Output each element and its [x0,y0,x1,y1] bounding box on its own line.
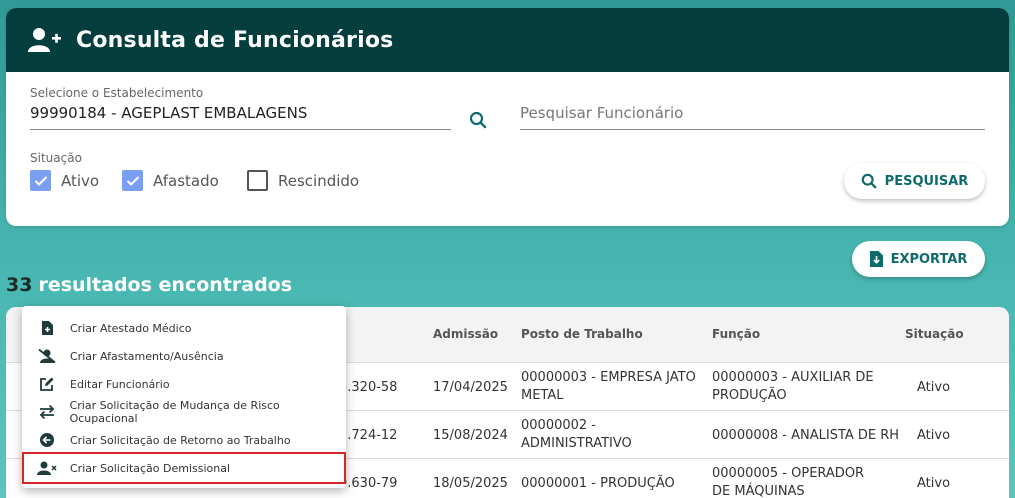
user-x-icon [36,461,58,475]
pesquisar-button[interactable]: PESQUISAR [844,163,985,199]
pesquisar-label: PESQUISAR [884,173,969,189]
checkbox-label: Ativo [61,171,100,190]
filter-card: Consulta de Funcionários Selecione o Est… [6,8,1009,226]
menu-item-retorno[interactable]: Criar Solicitação de Retorno ao Trabalho [22,426,346,454]
file-plus-icon [36,321,58,335]
edit-icon [36,377,58,391]
menu-item-label: Criar Solicitação Demissional [70,461,231,475]
checkbox-box [247,170,268,191]
check-icon [122,170,143,191]
menu-item-label: Criar Afastamento/Ausência [70,349,224,363]
cell-admissao: 18/05/2025 [433,476,508,491]
column-admissao[interactable]: Admissão [433,327,498,341]
page-title: Consulta de Funcionários [76,27,394,53]
cell-posto: 00000001 - PRODUÇÃO [521,476,675,491]
estabelecimento-select[interactable]: 99990184 - AGEPLAST EMBALAGENS [30,104,307,122]
check-icon [30,170,51,191]
column-posto[interactable]: Posto de Trabalho [521,327,643,341]
cell-posto: 00000002 - ADMINISTRATIVO [521,418,632,451]
menu-item-label: Criar Solicitação de Mudança de Risco Oc… [69,399,280,425]
cell-posto: 00000003 - EMPRESA JATO METAL [521,370,696,403]
results-count: 33 resultados encontrados [6,274,292,296]
menu-item-editar[interactable]: Editar Funcionário [22,370,346,398]
funcionario-underline [520,129,985,130]
cell-funcao: 00000008 - ANALISTA DE RH [712,428,900,443]
cell-funcao: 00000005 - OPERADOR DE MÁQUINAS [712,466,865,498]
checkbox-label: Afastado [153,171,219,190]
search-icon[interactable] [469,111,487,133]
cell-admissao: 17/04/2025 [433,380,508,395]
menu-item-label: Criar Solicitação de Retorno ao Trabalho [70,433,291,447]
column-funcao[interactable]: Função [712,327,760,341]
page-header: Consulta de Funcionários [6,8,1009,72]
swap-icon [36,405,58,419]
estabelecimento-underline [30,129,451,130]
cell-admissao: 15/08/2024 [433,428,508,443]
checkbox-label: Rescindido [278,171,360,190]
menu-item-label: Editar Funcionário [70,377,170,391]
estabelecimento-label: Selecione o Estabelecimento [30,86,204,100]
file-download-icon [869,251,883,267]
column-situacao[interactable]: Situação [905,327,964,341]
cell-cpf: 3.320-58 [339,380,398,395]
cell-funcao: 00000003 - AUXILIAR DE PRODUÇÃO [712,370,874,403]
search-icon [861,173,877,189]
menu-item-afastamento[interactable]: Criar Afastamento/Ausência [22,342,346,370]
results-text: resultados encontrados [38,274,293,296]
cell-cpf: 2.724-12 [339,428,398,443]
cell-situacao: Ativo [917,428,951,443]
funcionario-search-input[interactable]: Pesquisar Funcionário [520,104,683,122]
arrow-left-circle-icon [36,433,58,447]
cell-cpf: 9.630-79 [339,476,398,491]
exportar-button[interactable]: EXPORTAR [852,241,985,277]
checkbox-ativo[interactable]: Ativo [30,170,99,191]
menu-item-demissional[interactable]: Criar Solicitação Demissional [22,452,346,484]
menu-item-atestado[interactable]: Criar Atestado Médico [22,314,346,342]
exportar-label: EXPORTAR [890,251,968,267]
user-off-icon [36,349,58,363]
row-actions-menu: Criar Atestado Médico Criar Afastamento/… [22,306,346,488]
menu-item-label: Criar Atestado Médico [70,321,192,335]
user-plus-icon [28,25,64,55]
cell-situacao: Ativo [917,476,951,491]
menu-item-mudanca-risco[interactable]: Criar Solicitação de Mudança de Risco Oc… [22,398,346,426]
situacao-label: Situação [30,151,82,165]
checkbox-afastado[interactable]: Afastado [122,170,219,191]
results-number: 33 [6,274,33,296]
cell-situacao: Ativo [917,380,951,395]
checkbox-rescindido[interactable]: Rescindido [247,170,359,191]
